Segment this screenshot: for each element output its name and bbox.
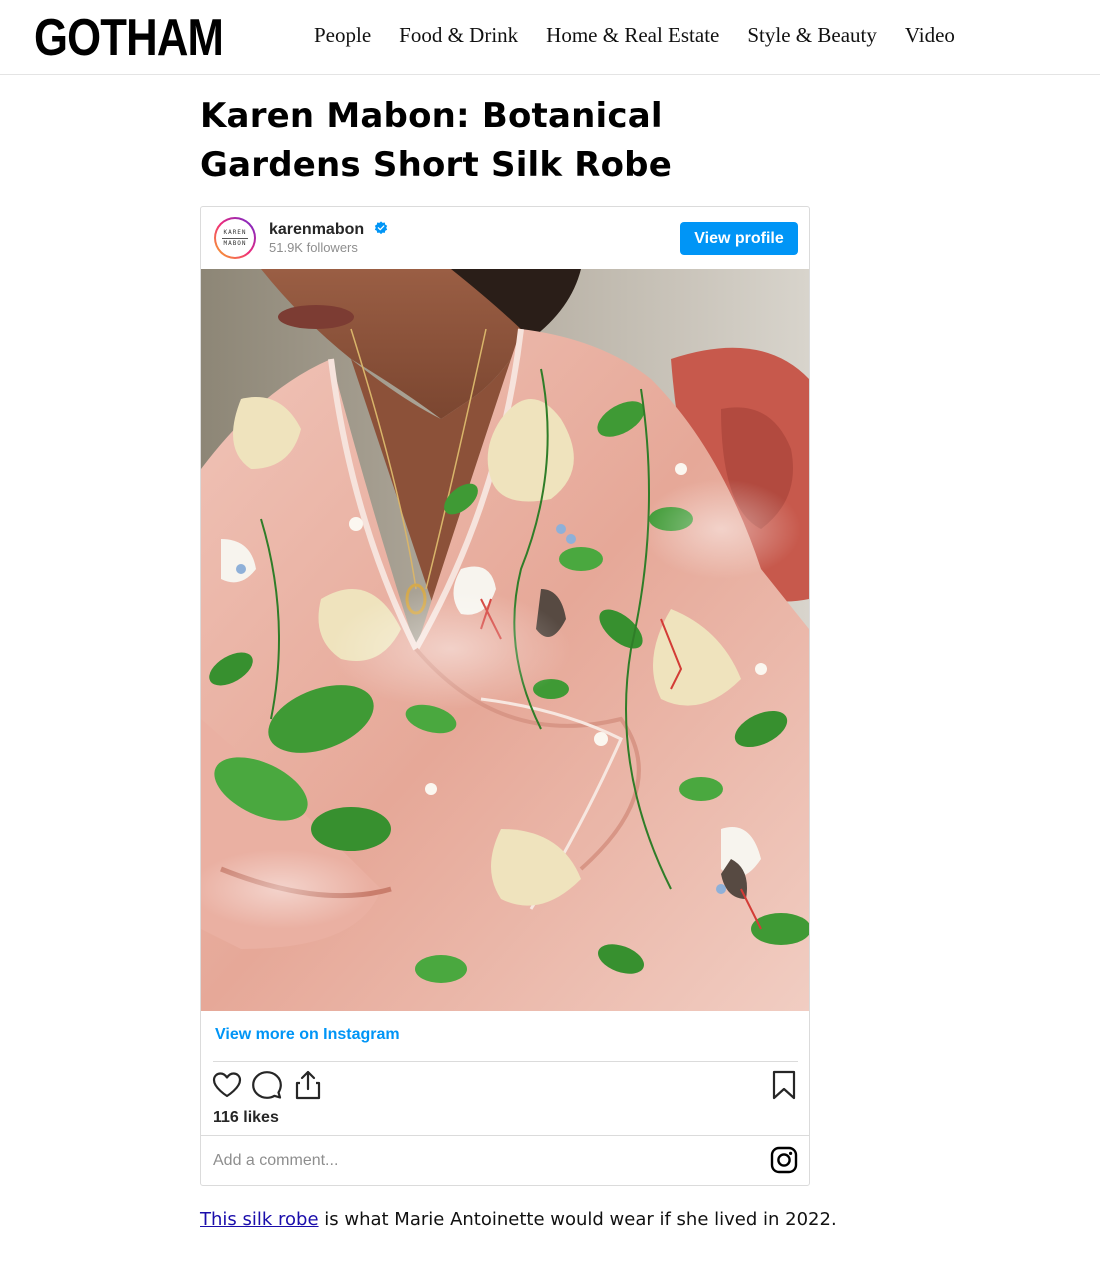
verified-badge-icon	[374, 221, 387, 235]
heart-icon[interactable]	[211, 1069, 243, 1101]
comment-bar	[201, 1135, 809, 1185]
avatar-divider	[222, 237, 248, 239]
action-divider	[213, 1061, 798, 1062]
avatar-text-top: KAREN	[223, 228, 247, 236]
view-profile-button[interactable]: View profile	[680, 222, 798, 255]
instagram-icon[interactable]	[770, 1146, 798, 1174]
share-icon[interactable]	[292, 1069, 324, 1101]
comment-icon[interactable]	[251, 1069, 283, 1101]
caption-text: is what Marie Antoinette would wear if s…	[318, 1209, 837, 1230]
avatar[interactable]: KAREN MABON	[214, 217, 256, 259]
avatar-text-bottom: MABON	[223, 239, 247, 247]
likes-count: 116 likes	[213, 1109, 279, 1126]
article-title: Karen Mabon: Botanical Gardens Short Sil…	[200, 96, 672, 185]
profile-username[interactable]: karenmabon	[269, 220, 388, 240]
article-caption: This silk robe is what Marie Antoinette …	[200, 1206, 900, 1234]
post-photo[interactable]	[201, 269, 809, 1011]
nav-item-food-drink[interactable]: Food & Drink	[385, 20, 532, 50]
follower-count: 51.9K followers	[269, 240, 358, 255]
nav-item-style-beauty[interactable]: Style & Beauty	[733, 20, 891, 50]
view-more-on-instagram-link[interactable]: View more on Instagram	[215, 1025, 400, 1045]
bookmark-icon[interactable]	[768, 1069, 800, 1101]
silk-robe-link[interactable]: This silk robe	[200, 1209, 319, 1230]
main-nav: People Food & Drink Home & Real Estate S…	[300, 20, 969, 50]
site-logo[interactable]: GOTHAM	[34, 10, 224, 66]
nav-item-home-real-estate[interactable]: Home & Real Estate	[532, 20, 733, 50]
embed-header: KAREN MABON karenmabon 51.9K followers V…	[201, 207, 809, 269]
site-header: GOTHAM People Food & Drink Home & Real E…	[0, 0, 1100, 75]
username-text[interactable]: karenmabon	[269, 221, 364, 238]
comment-input[interactable]	[213, 1150, 753, 1172]
nav-item-video[interactable]: Video	[891, 20, 969, 50]
nav-item-people[interactable]: People	[300, 20, 385, 50]
instagram-embed: KAREN MABON karenmabon 51.9K followers V…	[200, 206, 810, 1186]
avatar-logo: KAREN MABON	[216, 219, 254, 257]
